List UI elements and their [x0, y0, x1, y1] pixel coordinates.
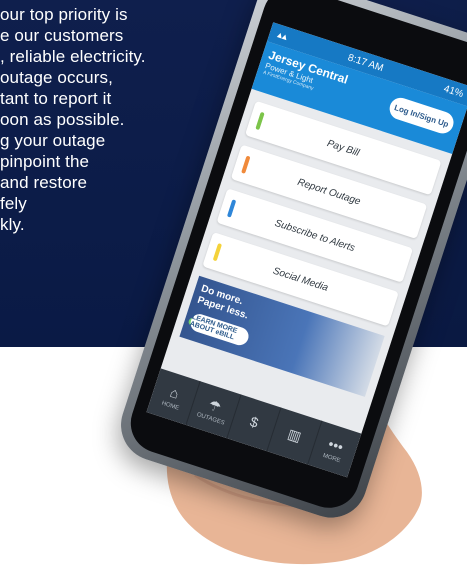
copy-line: e our customers: [0, 26, 124, 45]
menu-accent-bar: [226, 199, 237, 218]
bar-chart-icon: ▥: [285, 424, 304, 445]
menu-item-label: Subscribe to Alerts: [273, 217, 357, 254]
bolt-icon: ☂: [206, 395, 224, 416]
copy-line: oon as possible.: [0, 110, 125, 129]
copy-line: our top priority is: [0, 5, 128, 24]
menu-accent-bar: [212, 243, 223, 262]
menu-accent-bar: [255, 111, 265, 131]
home-icon: ⌂: [168, 383, 182, 402]
copy-line: , reliable electricity.: [0, 47, 146, 66]
menu-item-label: Social Media: [271, 265, 330, 294]
dollar-icon: $: [248, 413, 261, 431]
status-battery: 41%: [442, 83, 465, 100]
copy-line: outage occurs,: [0, 68, 113, 87]
more-icon: •••: [326, 435, 346, 456]
status-signal-icon: ▴▴: [276, 28, 289, 43]
login-signup-button[interactable]: Log In/Sign Up: [386, 94, 457, 137]
copy-line: tant to report it: [0, 89, 112, 108]
menu-item-label: Report Outage: [296, 176, 362, 208]
menu-item-label: Pay Bill: [325, 137, 361, 159]
menu-accent-bar: [241, 155, 251, 174]
